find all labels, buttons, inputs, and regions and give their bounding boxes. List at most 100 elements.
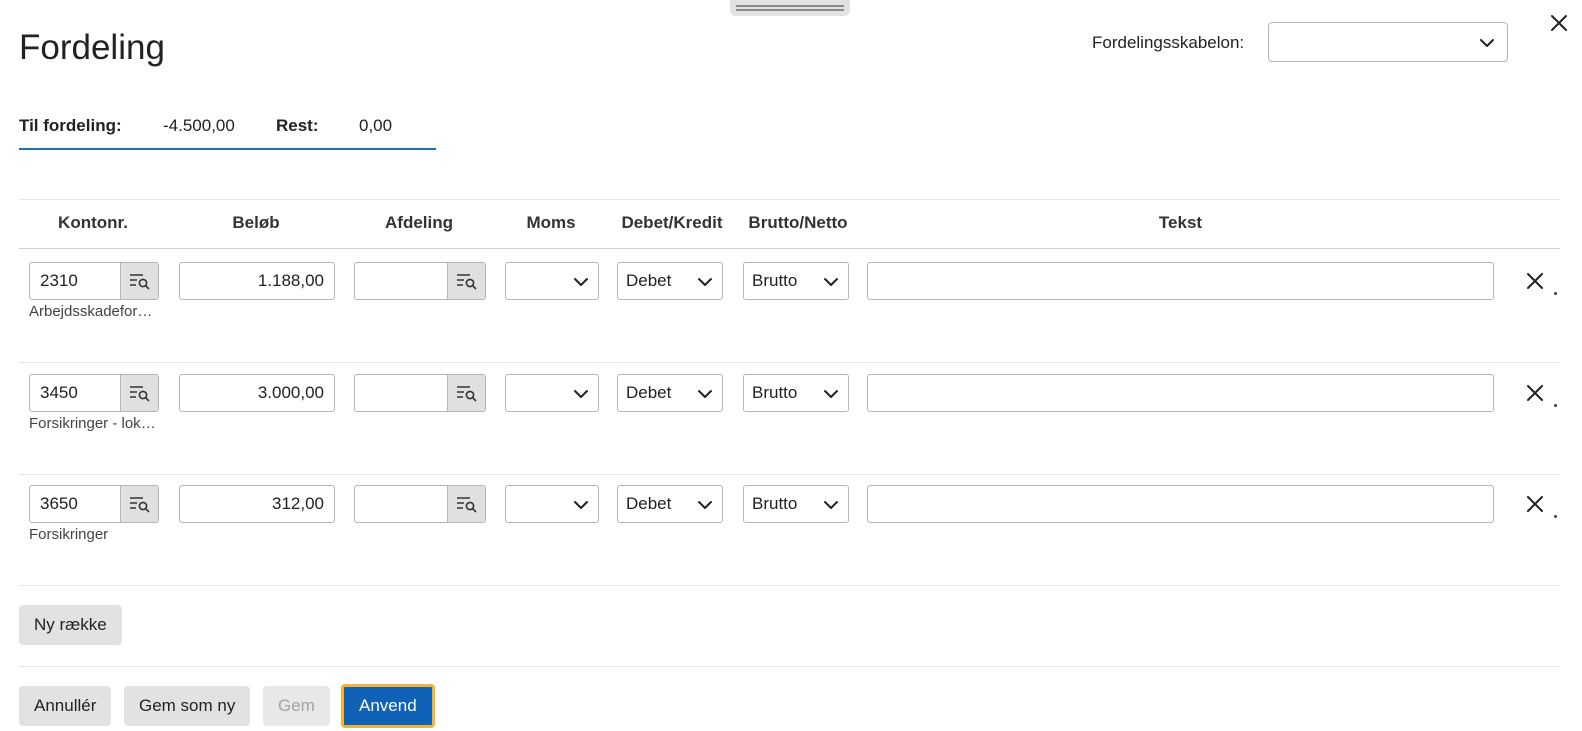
delete-row-button[interactable] — [1524, 493, 1546, 515]
account-lookup-button[interactable] — [120, 486, 158, 522]
account-name: Forsikringer - lokaler — [29, 415, 157, 432]
account-lookup[interactable] — [29, 374, 159, 412]
page-title: Fordeling — [19, 28, 165, 67]
row-marker — [1554, 404, 1557, 407]
debit-credit-value: Debet — [626, 383, 672, 402]
save-button[interactable]: Gem — [263, 686, 330, 726]
debit-credit-value: Debet — [626, 494, 672, 513]
account-name: Arbejdsskadeforsikring — [29, 303, 157, 320]
delete-row-button[interactable] — [1524, 270, 1546, 292]
template-select[interactable] — [1268, 22, 1508, 62]
chevron-down-icon — [698, 278, 712, 286]
cancel-button[interactable]: Annullér — [19, 686, 112, 726]
to-distribute-label: Til fordeling: — [19, 116, 122, 135]
table-row: Forsikringer Debet Brut — [0, 485, 1582, 595]
close-icon — [1527, 496, 1543, 512]
account-name: Forsikringer — [29, 526, 109, 543]
debit-credit-select[interactable]: Debet — [617, 374, 723, 412]
close-icon — [1527, 385, 1543, 401]
to-distribute-value: -4.500,00 — [163, 116, 235, 135]
chevron-down-icon — [574, 278, 588, 286]
rest-label: Rest: — [276, 116, 319, 135]
row-divider — [19, 474, 1560, 475]
department-lookup[interactable] — [354, 262, 486, 300]
department-lookup[interactable] — [354, 485, 486, 523]
vat-select[interactable] — [505, 262, 599, 300]
col-header-account: Kontonr. — [58, 213, 128, 232]
text-input[interactable] — [867, 374, 1494, 412]
footer-divider — [19, 666, 1560, 667]
header-divider — [19, 248, 1560, 249]
department-input[interactable] — [355, 263, 447, 299]
close-dialog-button[interactable] — [1546, 10, 1572, 36]
vat-select[interactable] — [505, 485, 599, 523]
row-divider — [19, 362, 1560, 363]
vat-select[interactable] — [505, 374, 599, 412]
amount-input[interactable] — [179, 374, 335, 412]
list-search-icon — [129, 497, 150, 513]
text-input[interactable] — [867, 485, 1494, 523]
close-icon — [1551, 15, 1567, 31]
list-search-icon — [456, 386, 477, 402]
gross-net-select[interactable]: Brutto — [743, 374, 849, 412]
chevron-down-icon — [574, 390, 588, 398]
rest-value: 0,00 — [359, 116, 393, 135]
new-row-button[interactable]: Ny række — [19, 605, 122, 645]
distribution-dialog: Fordeling Fordelingsskabelon: Til fordel… — [0, 0, 1582, 731]
amount-input[interactable] — [179, 262, 335, 300]
close-icon — [1527, 273, 1543, 289]
col-header-gross-net: Brutto/Netto — [748, 213, 848, 232]
gross-net-select[interactable]: Brutto — [743, 485, 849, 523]
col-header-vat: Moms — [526, 213, 576, 232]
gross-net-select[interactable]: Brutto — [743, 262, 849, 300]
gross-net-value: Brutto — [752, 383, 798, 402]
department-lookup[interactable] — [354, 374, 486, 412]
chevron-down-icon — [1480, 39, 1494, 47]
gross-net-value: Brutto — [752, 494, 798, 513]
department-input[interactable] — [355, 486, 447, 522]
chevron-down-icon — [574, 501, 588, 509]
list-search-icon — [129, 274, 150, 290]
gross-net-value: Brutto — [752, 271, 798, 290]
chevron-down-icon — [824, 278, 838, 286]
chevron-down-icon — [824, 501, 838, 509]
department-input[interactable] — [355, 375, 447, 411]
amount-input[interactable] — [179, 485, 335, 523]
drag-handle[interactable] — [730, 0, 850, 16]
account-input[interactable] — [30, 263, 120, 299]
debit-credit-select[interactable]: Debet — [617, 485, 723, 523]
account-input[interactable] — [30, 375, 120, 411]
col-header-amount: Beløb — [232, 213, 280, 232]
template-label: Fordelingsskabelon: — [1092, 33, 1245, 52]
distribution-summary: Til fordeling: -4.500,00 Rest: 0,00 — [19, 106, 436, 150]
debit-credit-select[interactable]: Debet — [617, 262, 723, 300]
chevron-down-icon — [698, 501, 712, 509]
account-lookup[interactable] — [29, 485, 159, 523]
chevron-down-icon — [698, 390, 712, 398]
account-lookup-button[interactable] — [120, 375, 158, 411]
department-lookup-button[interactable] — [447, 375, 485, 411]
department-lookup-button[interactable] — [447, 486, 485, 522]
text-input[interactable] — [867, 262, 1494, 300]
list-search-icon — [456, 497, 477, 513]
list-search-icon — [456, 274, 477, 290]
table-bottom-divider — [19, 585, 1560, 586]
table-top-divider — [19, 199, 1560, 200]
table-row: Arbejdsskadeforsikring Debet — [0, 262, 1582, 372]
col-header-department: Afdeling — [385, 213, 453, 232]
apply-button[interactable]: Anvend — [341, 684, 435, 728]
col-header-text: Tekst — [1158, 213, 1203, 232]
col-header-debit-credit: Debet/Kredit — [621, 213, 723, 232]
account-lookup[interactable] — [29, 262, 159, 300]
list-search-icon — [129, 386, 150, 402]
account-input[interactable] — [30, 486, 120, 522]
department-lookup-button[interactable] — [447, 263, 485, 299]
table-row: Forsikringer - lokaler Debet — [0, 374, 1582, 484]
save-as-new-button[interactable]: Gem som ny — [124, 686, 251, 726]
delete-row-button[interactable] — [1524, 382, 1546, 404]
debit-credit-value: Debet — [626, 271, 672, 290]
account-lookup-button[interactable] — [120, 263, 158, 299]
chevron-down-icon — [824, 390, 838, 398]
row-marker — [1554, 292, 1557, 295]
row-marker — [1554, 515, 1557, 518]
